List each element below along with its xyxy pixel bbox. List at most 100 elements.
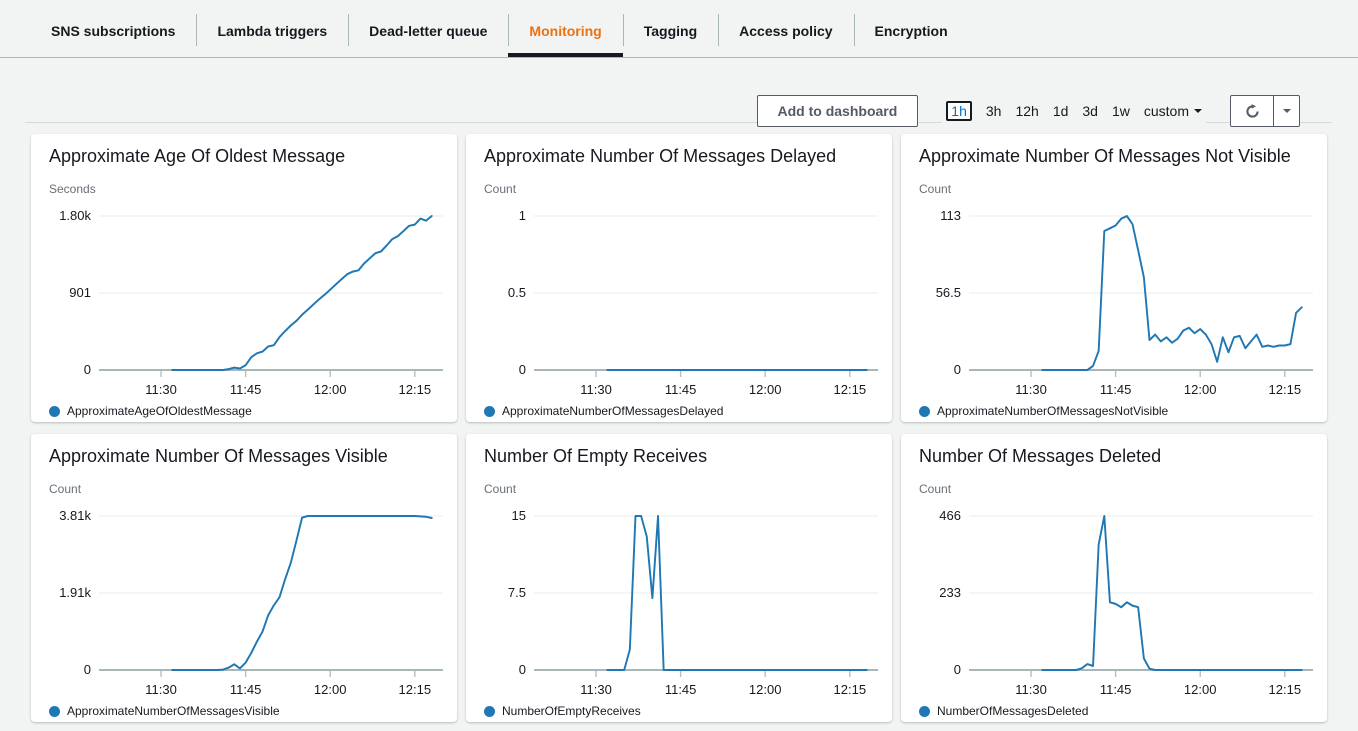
chart-legend: NumberOfEmptyReceives: [484, 704, 878, 718]
x-tick-label: 12:15: [1269, 382, 1302, 397]
metric-chart-card: Approximate Number Of Messages Not Visib…: [901, 134, 1327, 422]
tab-tagging[interactable]: Tagging: [623, 8, 718, 57]
y-tick-label: 56.5: [936, 285, 961, 301]
x-tick-label: 11:30: [145, 382, 177, 397]
metric-chart-card: Number Of Empty Receives Count 157.50 11…: [466, 434, 892, 722]
chart-legend: ApproximateNumberOfMessagesDelayed: [484, 404, 878, 418]
range-custom[interactable]: custom: [1144, 103, 1202, 119]
range-1h[interactable]: 1h: [946, 101, 972, 121]
legend-marker: [919, 706, 930, 717]
chart-title: Approximate Number Of Messages Visible: [49, 446, 443, 467]
chart-plot[interactable]: [969, 510, 1313, 680]
range-12h[interactable]: 12h: [1015, 103, 1038, 119]
tab-label: Dead-letter queue: [369, 23, 487, 39]
plot-area: 1.80k9010 11:3011:4512:0012:15: [49, 210, 443, 400]
x-tick-label: 12:00: [314, 382, 347, 397]
x-tick-label: 12:00: [749, 382, 782, 397]
y-tick-label: 901: [69, 285, 91, 301]
y-tick-label: 1: [519, 208, 526, 224]
y-axis-unit-label: Count: [919, 182, 1313, 196]
y-axis-tick-labels: 11356.50: [919, 210, 969, 380]
x-tick-label: 12:00: [314, 682, 347, 697]
chart-plot[interactable]: [969, 210, 1313, 380]
x-tick-label: 11:30: [580, 382, 612, 397]
y-tick-label: 3.81k: [59, 508, 91, 524]
x-tick-label: 12:15: [399, 382, 432, 397]
tab-monitoring[interactable]: Monitoring: [508, 8, 622, 57]
range-options: 1h 3h 12h 1d 3d 1w: [946, 101, 1130, 121]
legend-label: ApproximateNumberOfMessagesDelayed: [502, 404, 723, 418]
x-tick-label: 11:30: [580, 682, 612, 697]
range-1w[interactable]: 1w: [1112, 103, 1130, 119]
refresh-button[interactable]: [1230, 95, 1274, 127]
legend-marker: [484, 406, 495, 417]
toolbar: Add to dashboard 1h 3h 12h 1d 3d 1w custom: [0, 58, 1358, 134]
plot-area: 10.50 11:3011:4512:0012:15: [484, 210, 878, 400]
y-axis-tick-labels: 10.50: [484, 210, 534, 380]
tab-label: Encryption: [875, 23, 948, 39]
tab-encryption[interactable]: Encryption: [854, 8, 969, 57]
y-tick-label: 7.5: [508, 585, 526, 601]
range-3d[interactable]: 3d: [1082, 103, 1098, 119]
x-tick-label: 11:45: [230, 682, 262, 697]
chart-title: Approximate Number Of Messages Not Visib…: [919, 146, 1313, 167]
add-to-dashboard-button[interactable]: Add to dashboard: [757, 95, 919, 127]
chart-plot[interactable]: [534, 210, 878, 380]
chevron-down-icon: [1194, 109, 1202, 117]
x-tick-label: 12:15: [399, 682, 432, 697]
chart-legend: ApproximateNumberOfMessagesVisible: [49, 704, 443, 718]
tab-label: Tagging: [644, 23, 697, 39]
chart-title: Number Of Empty Receives: [484, 446, 878, 467]
tab-dead-letter-queue[interactable]: Dead-letter queue: [348, 8, 508, 57]
y-axis-unit-label: Count: [49, 482, 443, 496]
legend-label: ApproximateNumberOfMessagesNotVisible: [937, 404, 1168, 418]
y-axis-tick-labels: 157.50: [484, 510, 534, 680]
x-tick-label: 11:45: [665, 682, 697, 697]
legend-marker: [49, 406, 60, 417]
y-axis-unit-label: Count: [484, 482, 878, 496]
metric-chart-card: Approximate Age Of Oldest Message Second…: [31, 134, 457, 422]
plot-area: 11356.50 11:3011:4512:0012:15: [919, 210, 1313, 400]
chart-plot[interactable]: [534, 510, 878, 680]
tab-label: Monitoring: [529, 23, 601, 39]
x-tick-label: 11:45: [1100, 682, 1132, 697]
plot-area: 3.81k1.91k0 11:3011:4512:0012:15: [49, 510, 443, 700]
range-3h[interactable]: 3h: [986, 103, 1002, 119]
y-tick-label: 466: [939, 508, 961, 524]
y-tick-label: 1.80k: [59, 208, 91, 224]
refresh-group: [1230, 95, 1300, 127]
y-tick-label: 233: [939, 585, 961, 601]
x-tick-label: 11:30: [1015, 682, 1047, 697]
y-axis-unit-label: Seconds: [49, 182, 443, 196]
chart-plot[interactable]: [99, 510, 443, 680]
x-tick-label: 12:15: [834, 682, 867, 697]
tab-label: Access policy: [739, 23, 832, 39]
x-tick-label: 11:30: [145, 682, 177, 697]
metric-chart-card: Approximate Number Of Messages Visible C…: [31, 434, 457, 722]
plot-area: 157.50 11:3011:4512:0012:15: [484, 510, 878, 700]
legend-label: NumberOfMessagesDeleted: [937, 704, 1088, 718]
y-tick-label: 0: [519, 362, 526, 378]
tab-access-policy[interactable]: Access policy: [718, 8, 853, 57]
legend-label: ApproximateNumberOfMessagesVisible: [67, 704, 280, 718]
y-axis-tick-labels: 3.81k1.91k0: [49, 510, 99, 680]
x-tick-label: 12:00: [1184, 682, 1217, 697]
x-tick-label: 12:15: [1269, 682, 1302, 697]
legend-marker: [919, 406, 930, 417]
legend-marker: [49, 706, 60, 717]
chart-title: Approximate Number Of Messages Delayed: [484, 146, 878, 167]
chevron-down-icon: [1283, 109, 1291, 117]
x-tick-label: 11:45: [230, 382, 262, 397]
range-1d[interactable]: 1d: [1053, 103, 1069, 119]
tab-lambda-triggers[interactable]: Lambda triggers: [196, 8, 348, 57]
x-axis-tick-labels: 11:30 11:45 12:00 12:15: [99, 680, 443, 700]
chart-legend: NumberOfMessagesDeleted: [919, 704, 1313, 718]
x-tick-label: 11:45: [1100, 382, 1132, 397]
tab-sns-subscriptions[interactable]: SNS subscriptions: [30, 8, 196, 57]
x-tick-label: 12:15: [834, 382, 867, 397]
tab-bar: SNS subscriptionsLambda triggers Dead-let…: [0, 0, 1358, 58]
chart-plot[interactable]: [99, 210, 443, 380]
refresh-options-button[interactable]: [1273, 95, 1300, 127]
range-custom-label: custom: [1144, 103, 1189, 119]
y-tick-label: 1.91k: [59, 585, 91, 601]
